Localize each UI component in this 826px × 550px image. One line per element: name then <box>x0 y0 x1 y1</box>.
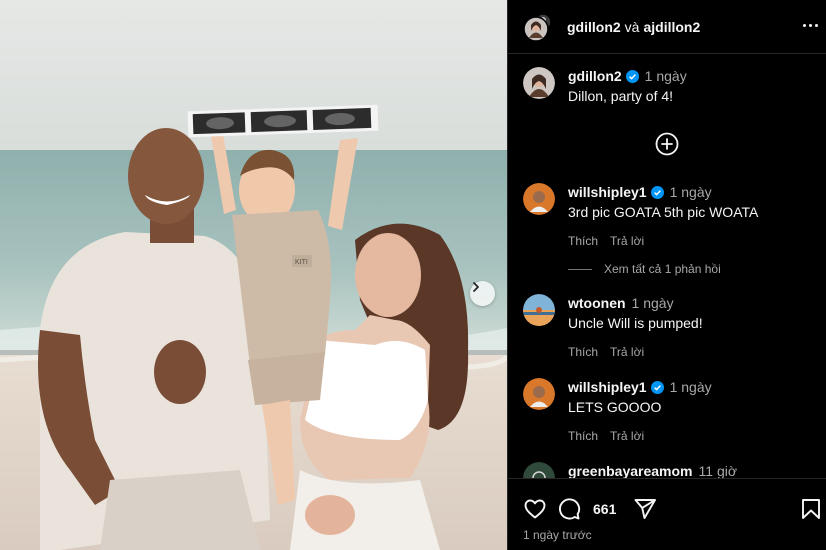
comment-time[interactable]: 11 giờ <box>699 463 738 478</box>
avatar[interactable] <box>523 183 555 215</box>
comment-text: 3rd pic GOATA 5th pic WOATA <box>568 204 759 220</box>
comment-item: willshipley1 1 ngày LETS GOOOO Thích Trả… <box>523 378 818 448</box>
verified-badge-icon <box>650 380 664 394</box>
chevron-right-icon <box>473 282 479 292</box>
heart-icon[interactable] <box>523 497 547 526</box>
avatar[interactable] <box>523 67 555 99</box>
comment-username[interactable]: willshipley1 <box>568 379 647 395</box>
like-comment-button[interactable]: Thích <box>568 234 598 248</box>
view-replies-button[interactable]: Xem tất cả 1 phản hồi <box>568 262 721 276</box>
avatar[interactable] <box>523 378 555 410</box>
plus-circle-icon[interactable] <box>655 132 679 161</box>
verified-badge-icon <box>625 69 639 83</box>
comment-icon[interactable] <box>557 497 581 526</box>
replies-divider <box>568 268 592 270</box>
caption: gdillon2 1 ngày Dillon, party of 4! <box>523 67 818 127</box>
like-comment-button[interactable]: Thích <box>568 345 598 359</box>
post-details-panel: gdillon2 và ajdillon2 gdillon2 1 ngày Di… <box>507 0 826 550</box>
post-actions-bar: 661 1 ngày trước <box>508 478 826 550</box>
avatar[interactable] <box>523 294 555 326</box>
comment-item: willshipley1 1 ngày 3rd pic GOATA 5th pi… <box>523 183 818 253</box>
post-date[interactable]: 1 ngày trước <box>523 528 592 542</box>
comment-item: greenbayareamom 11 giờ <box>523 462 818 478</box>
coauthor-username[interactable]: ajdillon2 <box>643 19 700 35</box>
like-comment-button[interactable]: Thích <box>568 429 598 443</box>
reply-button[interactable]: Trả lời <box>610 345 644 359</box>
post-header: gdillon2 và ajdillon2 <box>508 0 826 54</box>
comment-count[interactable]: 661 <box>593 501 616 517</box>
post-photo[interactable]: KITI <box>0 0 507 550</box>
reply-button[interactable]: Trả lời <box>610 234 644 248</box>
avatar <box>523 12 552 42</box>
comment-text: LETS GOOOO <box>568 399 662 415</box>
caption-text: Dillon, party of 4! <box>568 88 674 104</box>
reply-button[interactable]: Trả lời <box>610 429 644 443</box>
comment-time[interactable]: 1 ngày <box>632 295 674 311</box>
bookmark-icon[interactable] <box>799 497 823 526</box>
comments-list[interactable]: gdillon2 1 ngày Dillon, party of 4! will… <box>508 55 826 478</box>
comment-text: Uncle Will is pumped! <box>568 315 703 331</box>
comment-item: wtoonen 1 ngày Uncle Will is pumped! Thí… <box>523 294 818 364</box>
next-photo-button[interactable] <box>470 281 495 306</box>
more-options-icon[interactable] <box>803 17 821 33</box>
avatar[interactable] <box>523 462 555 478</box>
post-authors: gdillon2 và ajdillon2 <box>567 19 700 35</box>
view-replies-label: Xem tất cả 1 phản hồi <box>604 262 721 276</box>
comment-time[interactable]: 1 ngày <box>670 184 712 200</box>
post-viewer: KITI gdillon2 và ajdillon2 gdillon2 1 ng… <box>0 0 826 550</box>
paper-plane-icon[interactable] <box>633 497 657 526</box>
family-beach-photo: KITI <box>0 0 507 550</box>
author-username[interactable]: gdillon2 <box>567 19 621 35</box>
comment-time[interactable]: 1 ngày <box>645 68 687 84</box>
verified-badge-icon <box>650 185 664 199</box>
author-connector: và <box>624 18 640 35</box>
comment-username[interactable]: gdillon2 <box>568 68 622 84</box>
shirt-label: KITI <box>295 259 308 266</box>
collab-avatars[interactable] <box>523 12 553 42</box>
comment-username[interactable]: willshipley1 <box>568 184 647 200</box>
comment-username[interactable]: wtoonen <box>568 295 626 311</box>
comment-time[interactable]: 1 ngày <box>670 379 712 395</box>
comment-username[interactable]: greenbayareamom <box>568 463 693 478</box>
